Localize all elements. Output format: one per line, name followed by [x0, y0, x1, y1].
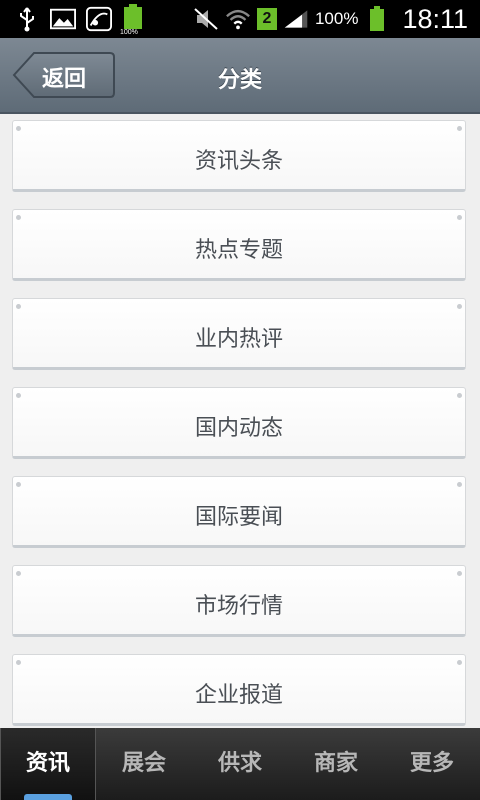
category-label: 资讯头条	[194, 149, 283, 174]
tab-news[interactable]: 资讯	[0, 728, 96, 800]
tab-merchants[interactable]: 商家	[288, 728, 384, 800]
signal-off-icon	[86, 6, 112, 32]
category-item-hot-topics[interactable]: 热点专题	[12, 209, 466, 281]
title-bar: 返回 分类	[0, 38, 480, 114]
usb-icon	[14, 6, 40, 32]
sim-icon: 2	[256, 8, 277, 30]
tab-supply-demand[interactable]: 供求	[192, 728, 288, 800]
tab-label: 展会	[121, 751, 166, 776]
card-corner-dot	[457, 126, 462, 131]
tab-label: 供求	[217, 751, 262, 776]
status-bar: 100% 2 100% 18:11	[0, 0, 480, 38]
category-label: 国际要闻	[194, 505, 283, 530]
category-item-company-reports[interactable]: 企业报道	[12, 654, 466, 726]
card-corner-dot	[457, 660, 462, 665]
category-label: 市场行情	[194, 594, 283, 619]
category-item-domestic-news[interactable]: 国内动态	[12, 387, 466, 459]
card-corner-dot	[16, 215, 21, 220]
active-tab-indicator	[24, 794, 72, 800]
category-label: 国内动态	[194, 416, 283, 441]
battery-percent: 100%	[314, 9, 359, 28]
card-corner-dot	[457, 215, 462, 220]
battery-icon: 100%	[120, 4, 144, 36]
card-corner-dot	[16, 482, 21, 487]
battery-icon	[364, 6, 390, 32]
tab-label: 资讯	[25, 751, 70, 776]
cell-signal-icon	[283, 6, 309, 32]
card-corner-dot	[16, 571, 21, 576]
category-label: 热点专题	[194, 238, 283, 263]
tab-more[interactable]: 更多	[384, 728, 480, 800]
tab-label: 更多	[409, 751, 454, 776]
status-system: 2 100% 18:11	[193, 0, 468, 38]
tab-exhibitions[interactable]: 展会	[96, 728, 192, 800]
mute-icon	[193, 6, 219, 32]
card-corner-dot	[16, 126, 21, 131]
wifi-icon	[225, 6, 251, 32]
page-title: 分类	[217, 68, 262, 93]
card-corner-dot	[457, 393, 462, 398]
card-corner-dot	[457, 304, 462, 309]
category-label: 业内热评	[194, 327, 283, 352]
clock: 18:11	[402, 3, 468, 34]
category-item-headlines[interactable]: 资讯头条	[12, 120, 466, 192]
category-label: 企业报道	[194, 683, 283, 708]
image-icon	[50, 6, 76, 32]
card-corner-dot	[457, 482, 462, 487]
card-corner-dot	[16, 660, 21, 665]
bottom-tab-bar: 资讯 展会 供求 商家 更多	[0, 728, 480, 800]
tab-label: 商家	[313, 751, 358, 776]
category-item-international-news[interactable]: 国际要闻	[12, 476, 466, 548]
category-item-market-trends[interactable]: 市场行情	[12, 565, 466, 637]
category-item-industry-reviews[interactable]: 业内热评	[12, 298, 466, 370]
card-corner-dot	[457, 571, 462, 576]
card-corner-dot	[16, 393, 21, 398]
card-corner-dot	[16, 304, 21, 309]
battery-small-label: 100%	[120, 29, 138, 36]
status-notifications: 100%	[14, 4, 144, 36]
category-list: 资讯头条 热点专题 业内热评 国内动态 国际要闻 市场行情 企业报道	[0, 114, 480, 728]
